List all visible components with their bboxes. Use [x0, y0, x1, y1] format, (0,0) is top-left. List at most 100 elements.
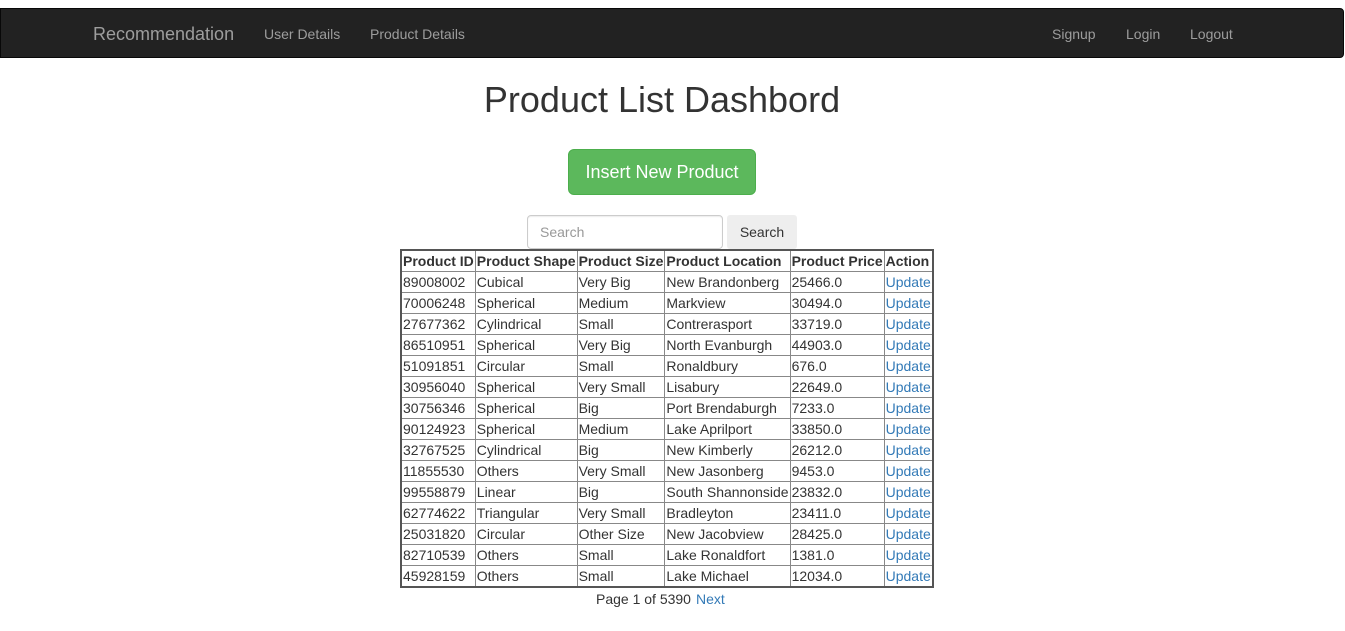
action-cell: Update: [883, 460, 934, 482]
table-cell: 89008002: [400, 271, 476, 293]
table-cell: Spherical: [474, 376, 578, 398]
table-cell: Lisabury: [664, 376, 791, 398]
table-cell: 11855530: [400, 460, 476, 482]
update-link[interactable]: Update: [886, 463, 931, 479]
table-cell: 33850.0: [789, 418, 885, 440]
table-cell: New Jacobview: [664, 523, 791, 545]
table-cell: North Evanburgh: [664, 334, 791, 356]
update-link[interactable]: Update: [886, 379, 931, 395]
table-cell: Very Big: [576, 271, 666, 293]
table-cell: Spherical: [474, 334, 578, 356]
action-cell: Update: [883, 376, 934, 398]
table-header-row: Product ID Product Shape Product Size Produ…: [400, 249, 934, 272]
update-link[interactable]: Update: [886, 400, 931, 416]
action-cell: Update: [883, 271, 934, 293]
table-cell: 45928159: [400, 565, 476, 588]
update-link[interactable]: Update: [886, 295, 931, 311]
table-cell: 62774622: [400, 502, 476, 524]
table-row: 51091851 Circular Small Ronaldbury 676.0 Upda…: [400, 355, 934, 377]
update-link[interactable]: Update: [886, 274, 931, 290]
table-cell: Lake Ronaldfort: [664, 544, 791, 566]
page-title: Product List Dashbord: [483, 79, 841, 120]
table-cell: 28425.0: [789, 523, 885, 545]
table-cell: Ronaldbury: [664, 355, 791, 377]
table-cell: Triangular: [474, 502, 578, 524]
table-cell: Bradleyton: [664, 502, 791, 524]
brand-link[interactable]: Recommendation: [93, 9, 234, 59]
table-cell: 1381.0: [789, 544, 885, 566]
table-row: 62774622 Triangular Very Small Bradleyton 23…: [400, 502, 934, 524]
update-link[interactable]: Update: [886, 526, 931, 542]
table-cell: Cylindrical: [474, 439, 578, 461]
table-row: 32767525 Cylindrical Big New Kimberly 26212.…: [400, 439, 934, 461]
update-link[interactable]: Update: [886, 505, 931, 521]
table-cell: 30756346: [400, 397, 476, 419]
action-cell: Update: [883, 544, 934, 566]
table-cell: 676.0: [789, 355, 885, 377]
nav-logout[interactable]: Logout: [1190, 9, 1233, 59]
table-cell: 27677362: [400, 313, 476, 335]
table-cell: 51091851: [400, 355, 476, 377]
action-cell: Update: [883, 334, 934, 356]
table-row: 82710539 Others Small Lake Ronaldfort 1381.0…: [400, 544, 934, 566]
update-link[interactable]: Update: [886, 316, 931, 332]
nav-user-details[interactable]: User Details: [264, 9, 340, 59]
table-cell: Big: [576, 481, 666, 503]
product-table: Product ID Product Shape Product Size Produ…: [400, 249, 934, 588]
table-row: 99558879 Linear Big South Shannonside 23832.…: [400, 481, 934, 503]
table-cell: 99558879: [400, 481, 476, 503]
table-cell: Linear: [474, 481, 578, 503]
action-cell: Update: [883, 313, 934, 335]
column-header: Product Size: [576, 249, 666, 272]
search-input[interactable]: [527, 215, 723, 249]
table-cell: Lake Michael: [664, 565, 791, 588]
update-link[interactable]: Update: [886, 358, 931, 374]
table-cell: Markview: [664, 292, 791, 314]
update-link[interactable]: Update: [886, 421, 931, 437]
table-cell: Others: [474, 544, 578, 566]
nav-signup[interactable]: Signup: [1052, 9, 1096, 59]
table-cell: 7233.0: [789, 397, 885, 419]
table-cell: Small: [576, 544, 666, 566]
table-cell: Medium: [576, 418, 666, 440]
update-link[interactable]: Update: [886, 484, 931, 500]
nav-login[interactable]: Login: [1126, 9, 1160, 59]
next-page-link[interactable]: Next: [696, 591, 725, 607]
pagination: Page 1 of 5390 Next: [596, 590, 725, 608]
table-cell: Others: [474, 565, 578, 588]
column-header: Product Price: [789, 249, 885, 272]
table-row: 70006248 Spherical Medium Markview 30494.0 Up…: [400, 292, 934, 314]
table-cell: Circular: [474, 523, 578, 545]
nav-product-details[interactable]: Product Details: [370, 9, 465, 59]
page-indicator: Page 1 of 5390: [596, 591, 691, 607]
insert-new-product-button[interactable]: Insert New Product: [568, 149, 756, 195]
table-cell: Very Small: [576, 502, 666, 524]
table-cell: 12034.0: [789, 565, 885, 588]
table-cell: 70006248: [400, 292, 476, 314]
table-cell: 33719.0: [789, 313, 885, 335]
table-cell: 22649.0: [789, 376, 885, 398]
table-cell: 86510951: [400, 334, 476, 356]
table-row: 86510951 Spherical Very Big North Evanburgh…: [400, 334, 934, 356]
table-row: 89008002 Cubical Very Big New Brandonberg 25…: [400, 271, 934, 293]
action-cell: Update: [883, 397, 934, 419]
table-cell: Contrerasport: [664, 313, 791, 335]
update-link[interactable]: Update: [886, 547, 931, 563]
search-button[interactable]: Search: [727, 215, 797, 249]
table-cell: Small: [576, 565, 666, 588]
table-cell: 30956040: [400, 376, 476, 398]
update-link[interactable]: Update: [886, 337, 931, 353]
column-header: Action: [883, 249, 934, 272]
table-body: 89008002 Cubical Very Big New Brandonberg 25…: [400, 271, 934, 588]
table-cell: Very Small: [576, 376, 666, 398]
update-link[interactable]: Update: [886, 442, 931, 458]
table-cell: 23411.0: [789, 502, 885, 524]
table-cell: 9453.0: [789, 460, 885, 482]
table-cell: Small: [576, 313, 666, 335]
update-link[interactable]: Update: [886, 568, 931, 584]
table-cell: Big: [576, 439, 666, 461]
action-cell: Update: [883, 418, 934, 440]
table-cell: New Kimberly: [664, 439, 791, 461]
table-cell: Small: [576, 355, 666, 377]
table-cell: Port Brendaburgh: [664, 397, 791, 419]
